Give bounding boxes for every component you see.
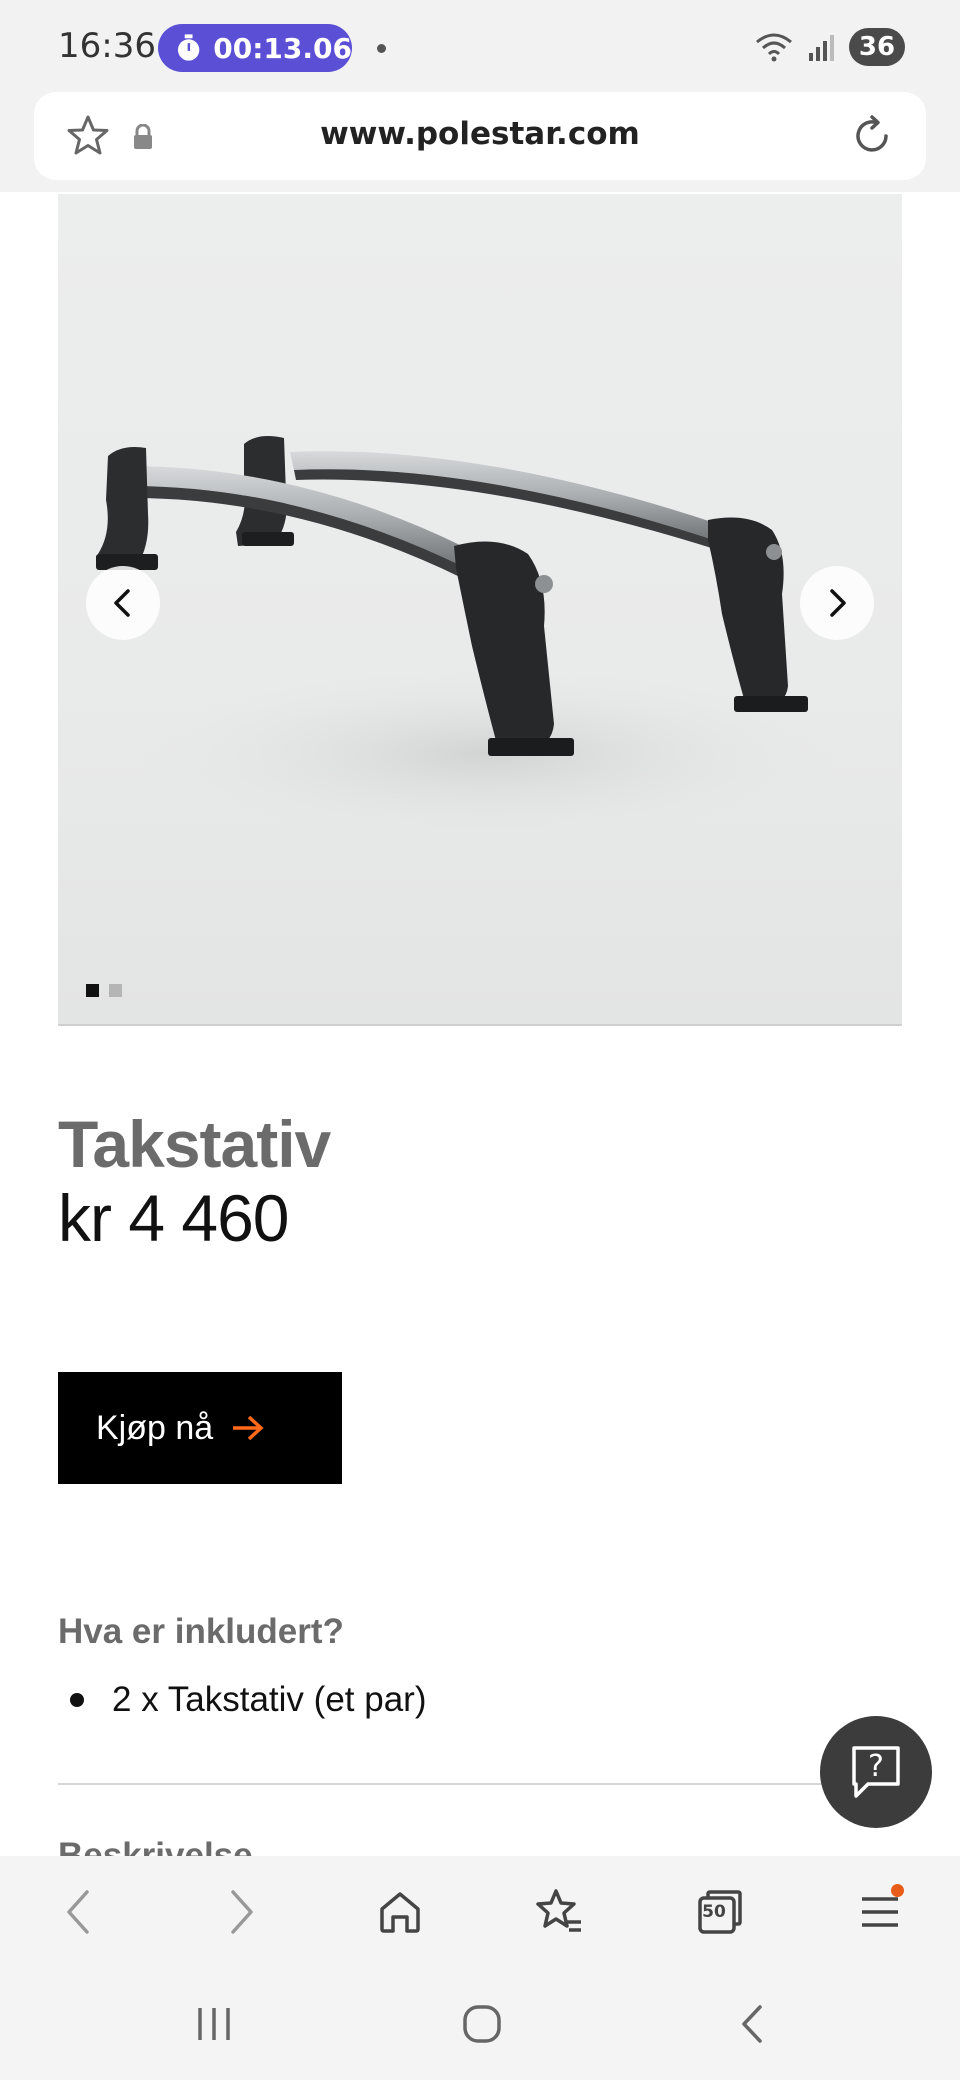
battery-indicator: 36 (849, 28, 905, 66)
status-icons: 36 (755, 28, 905, 66)
carousel-dot-active[interactable] (86, 984, 99, 997)
tabs-count: 50 (702, 1902, 726, 1922)
wifi-icon (756, 33, 792, 62)
status-time: 16:36 (58, 26, 156, 66)
buy-now-label: Kjøp nå (96, 1408, 214, 1447)
svg-text:?: ? (868, 1749, 884, 1784)
chevron-left-icon (67, 1890, 89, 1934)
timer-text: 00:13.06 (213, 31, 352, 65)
chevron-right-icon (830, 589, 846, 617)
carousel-dot[interactable] (109, 984, 122, 997)
recent-apps-icon (198, 2008, 230, 2040)
url-field[interactable]: www.polestar.com (34, 92, 926, 180)
signal-icon (809, 35, 834, 61)
star-list-icon (536, 1889, 581, 1932)
product-image (96, 436, 848, 844)
menu-button[interactable] (852, 1884, 908, 1940)
section-divider (58, 1783, 848, 1785)
notification-dot (377, 44, 386, 53)
forward-button[interactable] (214, 1884, 270, 1940)
back-button[interactable] (50, 1884, 106, 1940)
help-question-icon: ? (852, 1746, 900, 1798)
bookmarks-button[interactable] (532, 1884, 588, 1940)
notification-badge (891, 1884, 904, 1897)
system-home-button[interactable] (452, 1998, 512, 2050)
browser-address-bar: www.polestar.com (0, 92, 960, 192)
included-list: 2 x Takstativ (et par) (58, 1680, 426, 1720)
chevron-left-icon (114, 589, 130, 617)
timer-chip[interactable]: 00:13.06 (158, 24, 352, 72)
list-item: 2 x Takstativ (et par) (58, 1680, 426, 1720)
recent-apps-button[interactable] (184, 1998, 244, 2050)
system-navigation-bar (0, 1968, 960, 2080)
tabs-button[interactable]: 50 (692, 1884, 748, 1940)
system-back-button[interactable] (722, 1998, 782, 2050)
url-text: www.polestar.com (320, 116, 640, 152)
reload-icon[interactable] (850, 114, 894, 158)
stopwatch-icon (177, 34, 200, 61)
home-icon (380, 1892, 420, 1933)
arrow-right-icon (233, 1415, 264, 1441)
carousel-next-button[interactable] (800, 566, 874, 640)
home-circle-icon (463, 2005, 501, 2043)
help-chat-button[interactable]: ? (820, 1716, 932, 1828)
hamburger-menu-icon (862, 1897, 898, 1927)
product-title: Takstativ (58, 1107, 331, 1181)
buy-now-button[interactable]: Kjøp nå (58, 1372, 342, 1484)
product-price: kr 4 460 (58, 1181, 289, 1255)
back-icon (742, 2005, 762, 2043)
chevron-right-icon (231, 1890, 253, 1934)
product-image-gallery[interactable] (58, 194, 902, 1026)
home-button[interactable] (372, 1884, 428, 1940)
bullet-icon (70, 1693, 84, 1707)
browser-toolbar: 50 (0, 1856, 960, 1968)
carousel-indicators (86, 984, 122, 997)
list-item-text: 2 x Takstativ (et par) (112, 1680, 427, 1719)
carousel-prev-button[interactable] (86, 566, 160, 640)
status-bar: 16:36 00:13.06 36 (0, 0, 960, 92)
included-heading: Hva er inkludert? (58, 1612, 344, 1651)
